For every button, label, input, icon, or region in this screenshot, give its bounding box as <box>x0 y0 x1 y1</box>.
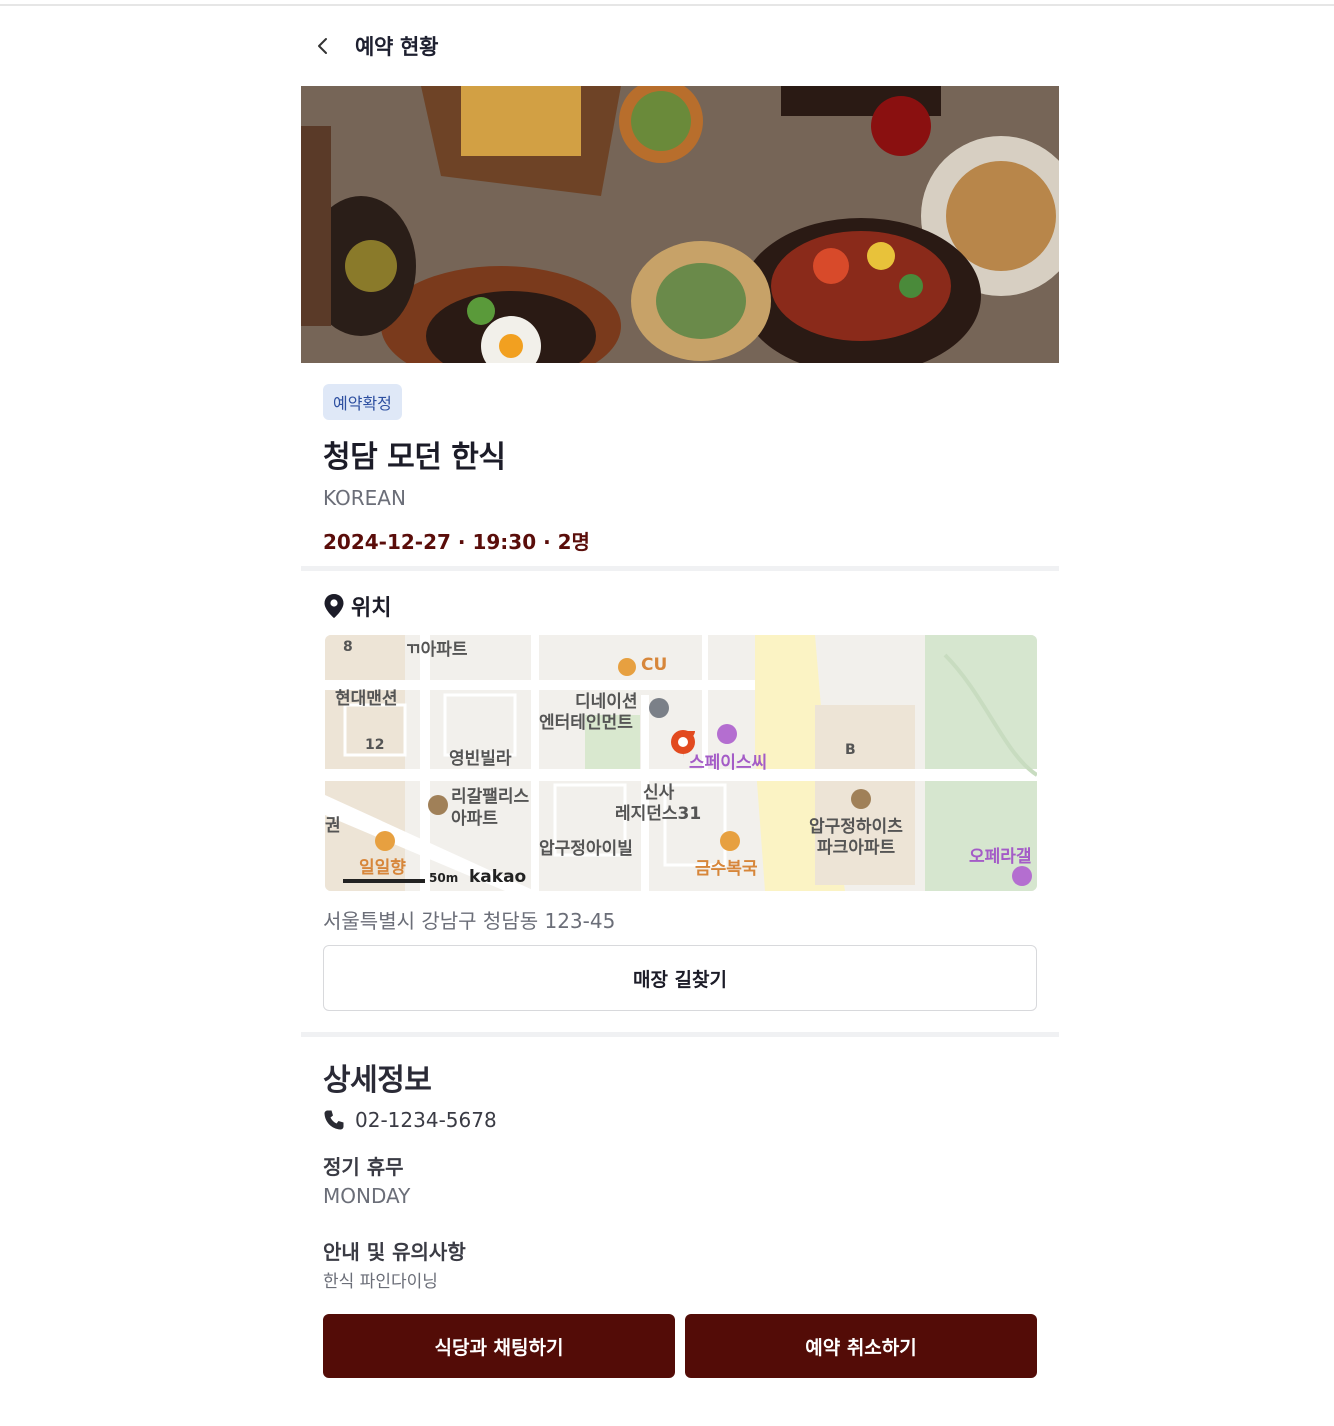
action-buttons: 식당과 채팅하기 예약 취소하기 <box>323 1314 1037 1378</box>
page-header: 예약 현황 <box>301 26 1059 66</box>
map-label: 압구정아이빌 <box>539 839 633 859</box>
map-label: ㄲ아파트 <box>405 640 468 660</box>
phone-number: 02-1234-5678 <box>355 1108 497 1132</box>
location-map[interactable]: 8 ㄲ아파트 CU 현대맨션 디네이션 엔터테인먼트 12 영빈빌라 스페이스씨… <box>325 635 1037 891</box>
map-label: 권 <box>325 816 341 836</box>
top-border <box>0 4 1334 6</box>
restaurant-name: 청담 모던 한식 <box>323 440 506 475</box>
phone-row[interactable]: 02-1234-5678 <box>323 1108 497 1132</box>
map-label: 8 <box>343 639 353 655</box>
notice-value: 한식 파인다이닝 <box>323 1272 438 1292</box>
chevron-left-icon <box>318 38 327 54</box>
map-pin-icon <box>324 594 344 618</box>
map-label: 오페라갤 <box>969 847 1032 867</box>
status-badge: 예약확정 <box>323 384 402 420</box>
map-label: 파크아파트 <box>817 838 896 858</box>
reservation-summary: 2024-12-27 · 19:30 · 2명 <box>323 530 590 554</box>
location-title-text: 위치 <box>351 596 392 621</box>
page-title: 예약 현황 <box>355 35 439 59</box>
map-label: CU <box>641 655 668 675</box>
map-label: 아파트 <box>451 809 498 829</box>
restaurant-address: 서울특별시 강남구 청담동 123-45 <box>323 909 616 933</box>
directions-button[interactable]: 매장 길찾기 <box>323 945 1037 1011</box>
notice-label: 안내 및 유의사항 <box>323 1240 466 1264</box>
map-label: 현대맨션 <box>335 689 398 709</box>
map-label: 영빈빌라 <box>449 749 512 769</box>
map-label: 12 <box>365 737 385 753</box>
map-label: 금수복국 <box>695 859 758 879</box>
map-label: B <box>845 742 856 758</box>
map-label: 스페이스씨 <box>689 753 768 773</box>
back-button[interactable] <box>301 26 345 66</box>
location-section-title: 위치 <box>323 590 391 622</box>
reservation-info: 예약확정 청담 모던 한식 KOREAN 2024-12-27 · 19:30 … <box>323 384 1037 555</box>
map-label: 일일향 <box>359 858 406 878</box>
closed-day-label: 정기 휴무 <box>323 1155 404 1179</box>
cuisine-type: KOREAN <box>323 486 406 510</box>
closed-day-value: MONDAY <box>323 1184 411 1208</box>
map-scale: 50m <box>429 871 459 885</box>
map-label: 레지던스31 <box>615 804 702 824</box>
map-label: 엔터테인먼트 <box>539 713 633 733</box>
restaurant-hero-image <box>301 86 1059 363</box>
phone-icon <box>324 1110 344 1130</box>
section-divider <box>301 566 1059 571</box>
chat-with-restaurant-button[interactable]: 식당과 채팅하기 <box>323 1314 675 1378</box>
details-section-title: 상세정보 <box>323 1063 432 1098</box>
cancel-reservation-button[interactable]: 예약 취소하기 <box>685 1314 1037 1378</box>
kakao-logo: kakao <box>469 867 527 887</box>
section-divider <box>301 1032 1059 1037</box>
